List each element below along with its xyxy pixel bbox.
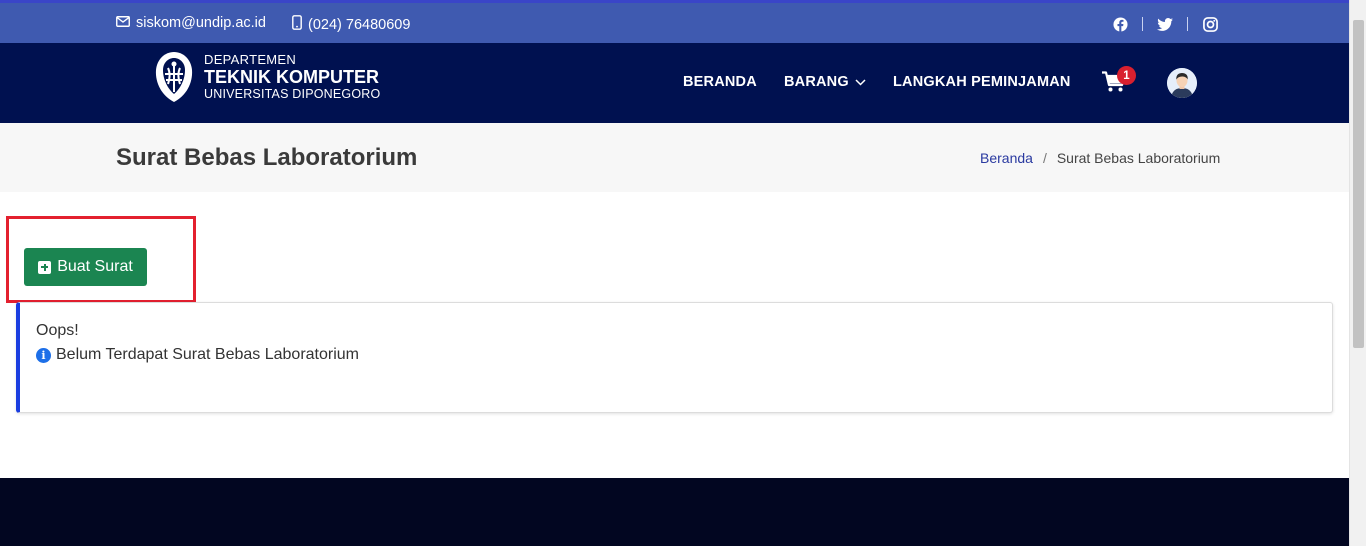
alert-message-text: Belum Terdapat Surat Bebas Laboratorium: [56, 346, 359, 363]
phone-text: (024) 76480609: [308, 16, 411, 33]
email-contact[interactable]: siskom@undip.ac.id: [116, 15, 266, 31]
top-contact-bar: siskom@undip.ac.id (024) 76480609: [0, 0, 1349, 43]
social-divider: [1187, 17, 1188, 31]
nav-barang-label: BARANG: [784, 74, 849, 90]
breadcrumb-current: Surat Bebas Laboratorium: [1056, 150, 1221, 166]
alert-message: i Belum Terdapat Surat Bebas Laboratoriu…: [36, 346, 359, 364]
brand-line-3: UNIVERSITAS DIPONEGORO: [204, 87, 381, 102]
vertical-scrollbar[interactable]: [1349, 0, 1366, 546]
brand-text: DEPARTEMEN TEKNIK KOMPUTER UNIVERSITAS D…: [204, 53, 380, 101]
brand-line-2: TEKNIK KOMPUTER: [204, 67, 379, 88]
page: siskom@undip.ac.id (024) 76480609 DEPART…: [0, 0, 1349, 546]
undip-logo-icon: [152, 50, 196, 104]
info-circle-icon: i: [36, 347, 51, 363]
breadcrumb-home-link[interactable]: Beranda: [980, 150, 1033, 166]
nav-beranda[interactable]: BERANDA: [683, 74, 757, 90]
cart-count-badge: 1: [1117, 66, 1136, 85]
brand-home-link[interactable]: DEPARTEMEN TEKNIK KOMPUTER UNIVERSITAS D…: [152, 50, 380, 104]
breadcrumb-separator: /: [1042, 150, 1047, 166]
main-navbar: DEPARTEMEN TEKNIK KOMPUTER UNIVERSITAS D…: [0, 43, 1349, 123]
page-title: Surat Bebas Laboratorium: [116, 144, 418, 171]
breadcrumb: Beranda / Surat Bebas Laboratorium: [980, 150, 1220, 166]
empty-state-alert: Oops! i Belum Terdapat Surat Bebas Labor…: [16, 302, 1333, 413]
user-avatar[interactable]: [1167, 68, 1197, 98]
facebook-icon[interactable]: [1112, 16, 1128, 32]
page-header: Surat Bebas Laboratorium Beranda / Surat…: [0, 123, 1349, 192]
social-links: [1112, 16, 1218, 32]
brand-line-1: DEPARTEMEN: [204, 52, 297, 68]
phone-contact[interactable]: (024) 76480609: [292, 15, 410, 34]
plus-square-icon: [38, 260, 52, 274]
chevron-down-icon: [855, 74, 866, 90]
alert-title: Oops!: [36, 322, 79, 339]
nav-barang-dropdown[interactable]: BARANG: [784, 74, 866, 90]
scrollbar-thumb[interactable]: [1353, 20, 1364, 348]
footer: [0, 478, 1349, 546]
nav-langkah-peminjaman[interactable]: LANGKAH PEMINJAMAN: [893, 74, 1071, 90]
instagram-icon[interactable]: [1202, 16, 1218, 32]
create-letter-label: Buat Surat: [57, 258, 133, 275]
envelope-icon: [116, 15, 130, 31]
create-letter-button[interactable]: Buat Surat: [24, 248, 147, 286]
social-divider: [1142, 17, 1143, 31]
email-text: siskom@undip.ac.id: [136, 15, 266, 31]
phone-icon: [292, 15, 302, 34]
twitter-icon[interactable]: [1157, 16, 1173, 32]
